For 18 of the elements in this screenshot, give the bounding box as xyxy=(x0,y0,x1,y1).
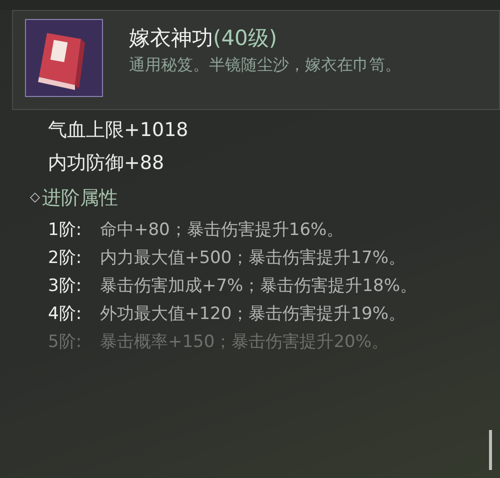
stat-line: 内功防御+88 xyxy=(48,151,166,176)
item-description: 通用秘笈。半镜随尘沙，嫁衣在巾笥。 xyxy=(129,54,402,76)
tier-text: 外功最大值+120；暴击伤害提升19%。 xyxy=(100,303,406,326)
tier-label: 4阶: xyxy=(48,303,83,326)
tier-text: 命中+80；暴击伤害提升16%。 xyxy=(100,219,345,242)
diamond-marker: ◇ xyxy=(30,189,40,207)
tier-text: 内力最大值+500；暴击伤害提升17%。 xyxy=(100,247,406,270)
tier-label: 3阶: xyxy=(48,275,83,298)
scrollbar-thumb xyxy=(489,430,492,470)
tier-text: 暴击概率+150；暴击伤害提升20%。 xyxy=(100,331,390,354)
tier-label: 5阶: xyxy=(48,331,83,354)
book-icon xyxy=(25,19,103,97)
item-title: 嫁衣神功(40级) xyxy=(129,25,278,52)
stat-line: 气血上限+1018 xyxy=(48,118,190,143)
tier-label: 2阶: xyxy=(48,247,83,270)
tier-text: 暴击伤害加成+7%；暴击伤害提升18%。 xyxy=(100,275,418,298)
section-title: 进阶属性 xyxy=(42,186,118,211)
tier-label: 1阶: xyxy=(48,219,83,242)
